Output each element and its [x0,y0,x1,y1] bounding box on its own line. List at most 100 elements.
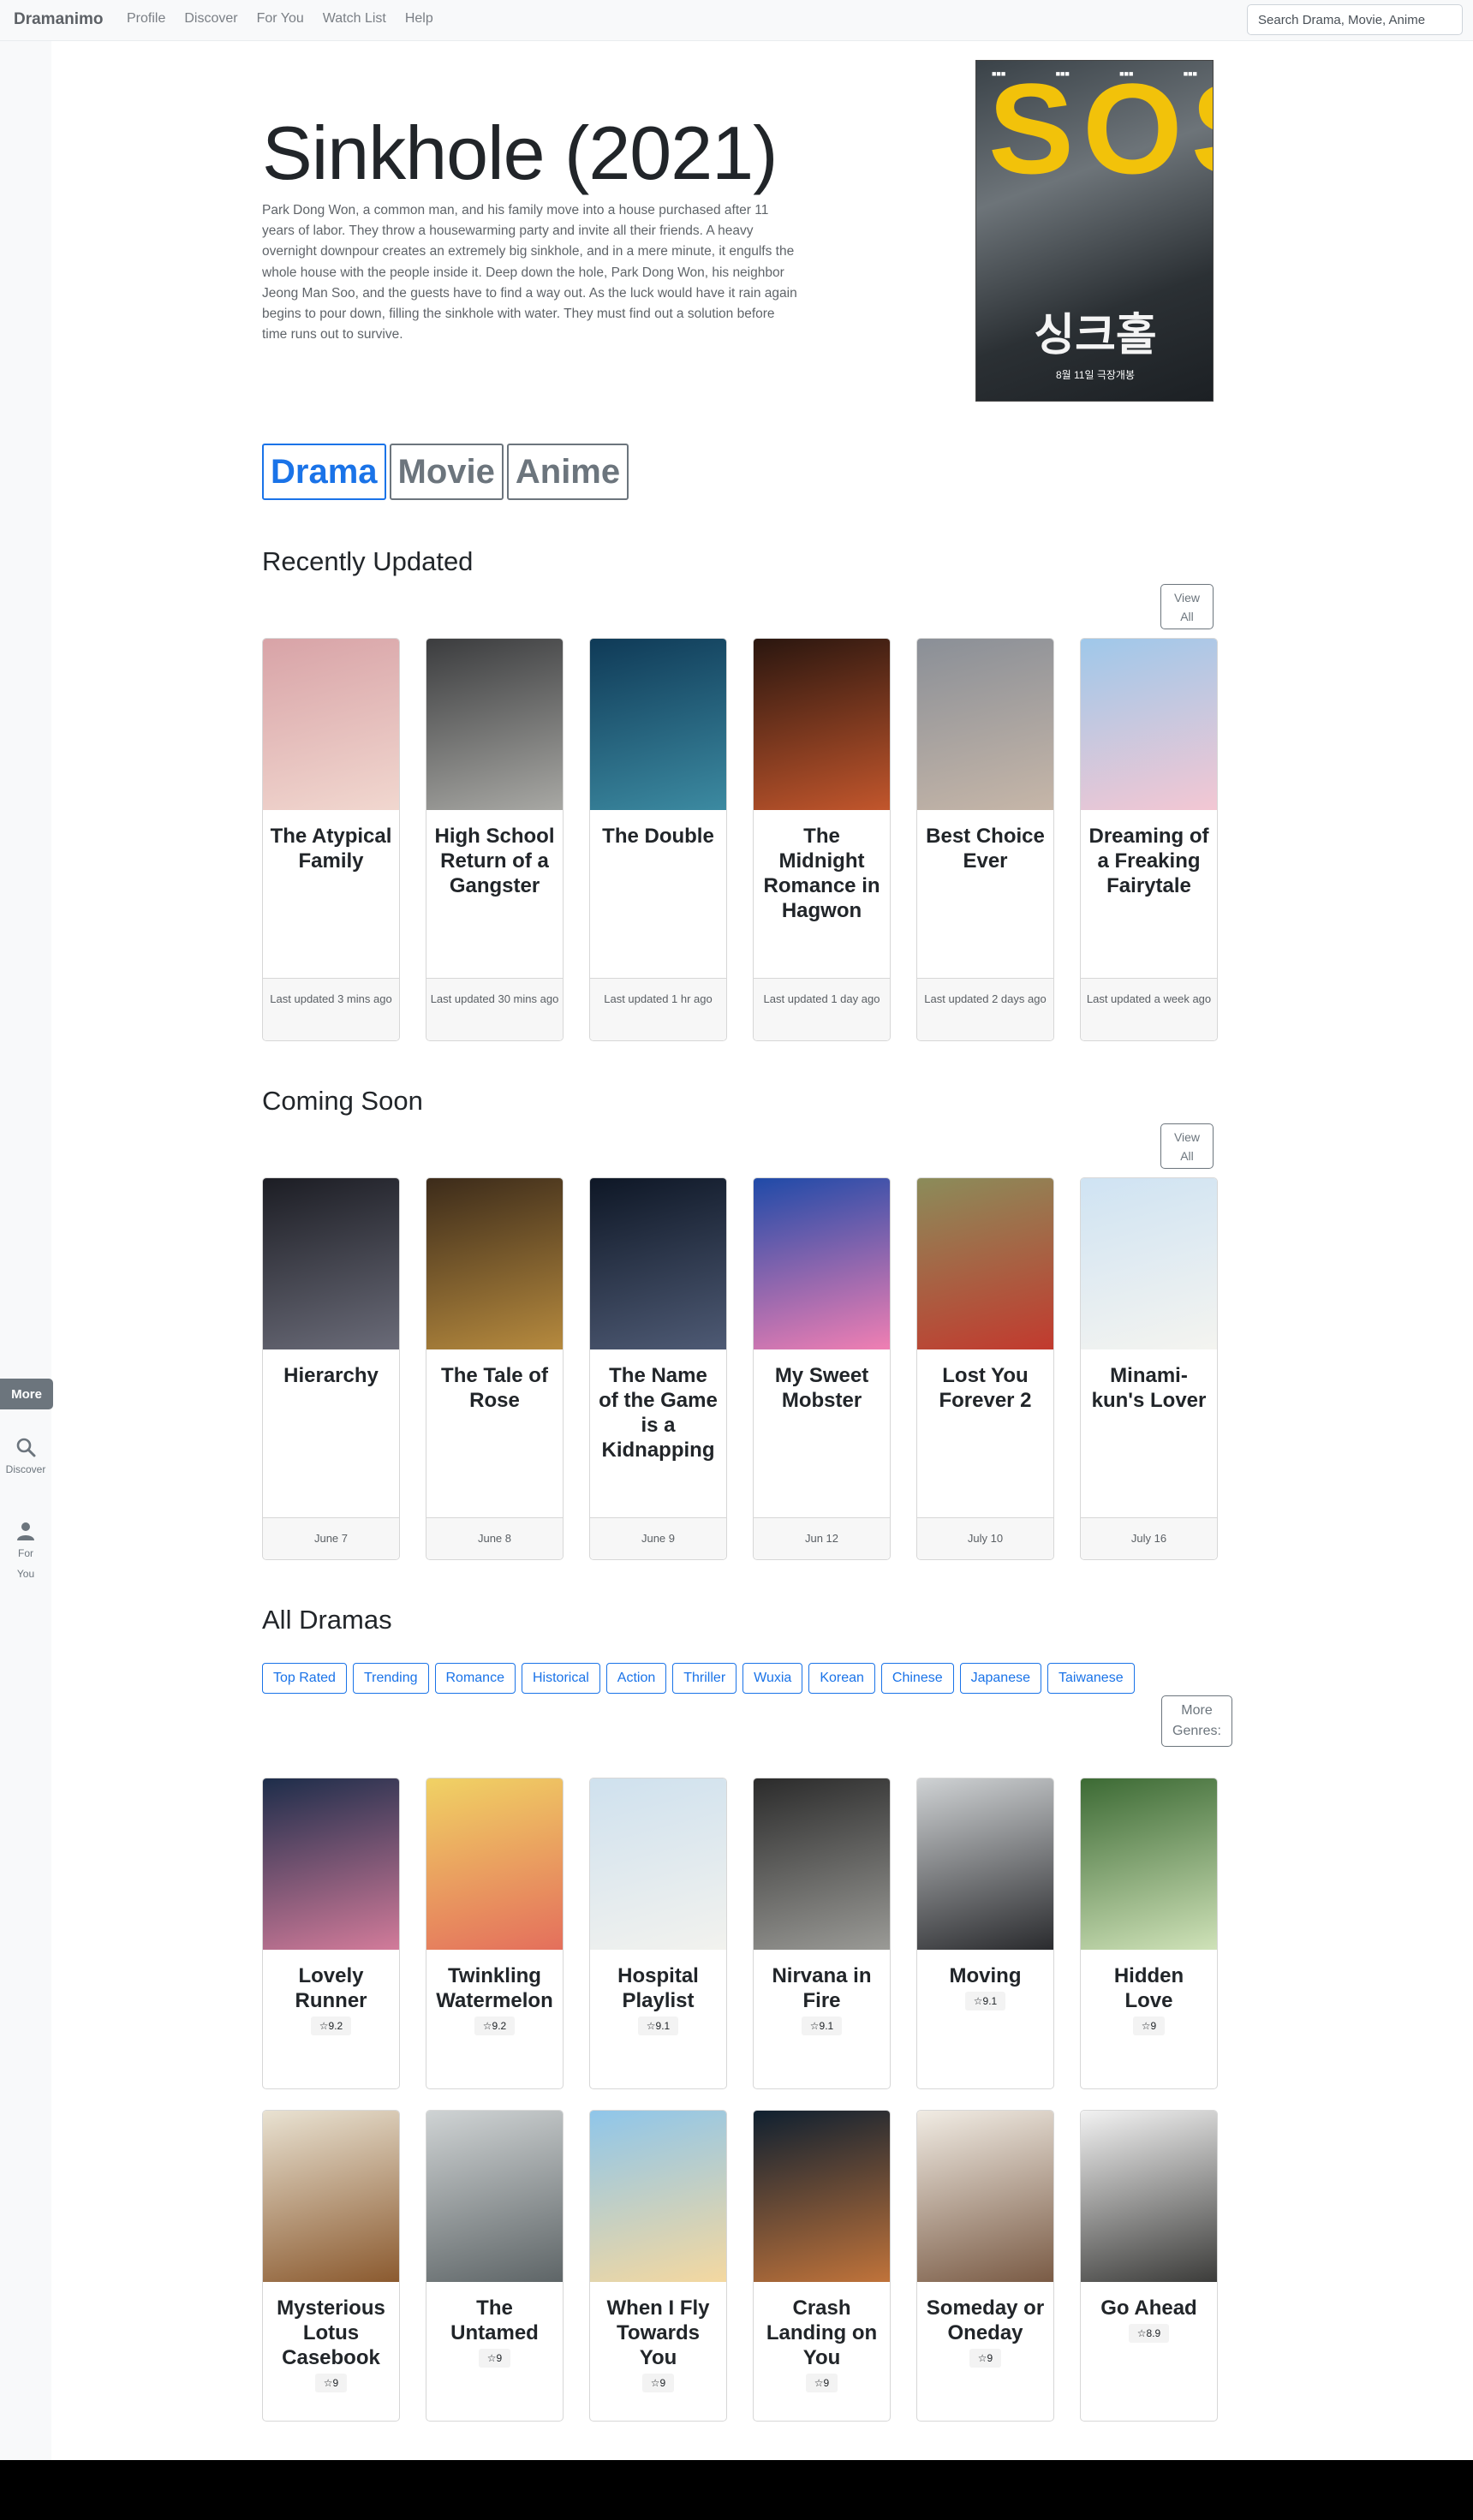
rating-badge: ☆9.1 [801,2017,843,2035]
all-dramas-row: Mysterious Lotus Casebook ☆9 The Untamed… [262,2110,1218,2422]
poster-image [754,639,890,810]
footer [0,2460,1473,2520]
rating-badge: ☆9 [478,2349,511,2368]
drama-card[interactable]: The Double Last updated 1 hr ago [589,638,727,1041]
rating-badge: ☆9 [969,2349,1002,2368]
drama-card[interactable]: Minami-kun's Lover July 16 [1080,1177,1218,1560]
poster-image [754,1178,890,1349]
poster-image [426,2111,563,2282]
genre-korean[interactable]: Korean [808,1663,875,1694]
view-all-button[interactable]: View All [1160,1123,1214,1169]
hero-poster[interactable]: ■■■■■■■■■■■■ SOS 싱크홀 8월 11일 극장개봉 [975,60,1214,402]
genre-historical[interactable]: Historical [521,1663,600,1694]
more-button[interactable]: More [0,1379,53,1409]
more-genres-label: More [1181,1703,1213,1718]
nav-link-profile[interactable]: Profile [127,11,165,27]
sidebar [0,41,51,2460]
sidebar-item-label: For [18,1547,33,1559]
card-title: The Tale of Rose [441,1364,548,1412]
genre-action[interactable]: Action [605,1663,667,1694]
card-title: The Name of the Game is a Kidnapping [599,1364,718,1462]
tab-anime[interactable]: Anime [506,444,629,500]
drama-card[interactable]: Crash Landing on You ☆9 [753,2110,891,2422]
drama-card[interactable]: Best Choice Ever Last updated 2 days ago [916,638,1054,1041]
card-footer: Last updated 30 mins ago [426,978,563,1040]
drama-card[interactable]: Mysterious Lotus Casebook ☆9 [262,2110,400,2422]
hero-title: Sinkhole (2021) [262,110,778,195]
card-footer: June 8 [426,1517,563,1559]
card-title: Mysterious Lotus Casebook [277,2297,385,2369]
poster-image [590,2111,726,2282]
drama-card[interactable]: Moving ☆9.1 [916,1778,1054,2089]
card-title: Best Choice Ever [926,825,1045,873]
card-footer: July 16 [1081,1517,1217,1559]
drama-card[interactable]: The Name of the Game is a Kidnapping Jun… [589,1177,727,1560]
view-all-label: All [1180,1148,1194,1163]
drama-card[interactable]: Lovely Runner ☆9.2 [262,1778,400,2089]
drama-card[interactable]: The Untamed ☆9 [426,2110,564,2422]
card-title: Moving [949,1964,1022,1987]
drama-card[interactable]: Go Ahead ☆8.9 [1080,2110,1218,2422]
person-icon [17,1522,34,1540]
tab-movie[interactable]: Movie [389,444,504,500]
rating-badge: ☆9 [641,2374,675,2392]
view-all-label: View [1173,590,1201,605]
drama-card[interactable]: Hospital Playlist ☆9.1 [589,1778,727,2089]
drama-card[interactable]: The Tale of Rose June 8 [426,1177,564,1560]
drama-card[interactable]: High School Return of a Gangster Last up… [426,638,564,1041]
nav-link-discover[interactable]: Discover [184,11,237,27]
nav-link-help[interactable]: Help [405,11,433,27]
poster-image [263,2111,399,2282]
card-footer: June 9 [590,1517,726,1559]
brand-logo[interactable]: Dramanimo [14,10,104,29]
sidebar-item-for-you[interactable]: For You [0,1521,51,1584]
drama-card[interactable]: Hierarchy June 7 [262,1177,400,1560]
more-genres-button[interactable]: More Genres: [1161,1695,1232,1747]
drama-card[interactable]: Lost You Forever 2 July 10 [916,1177,1054,1560]
drama-card[interactable]: Twinkling Watermelon ☆9.2 [426,1778,564,2089]
card-footer: Last updated 1 day ago [754,978,890,1040]
drama-card[interactable]: Hidden Love ☆9 [1080,1778,1218,2089]
genre-chinese[interactable]: Chinese [880,1663,954,1694]
nav-links: Profile Discover For You Watch List Help [127,11,433,27]
drama-card[interactable]: The Midnight Romance in Hagwon Last upda… [753,638,891,1041]
poster-release-date: 8월 11일 극장개봉 [1055,369,1136,381]
nav-link-for-you[interactable]: For You [257,11,304,27]
card-title: Lost You Forever 2 [939,1364,1032,1412]
genre-wuxia[interactable]: Wuxia [742,1663,803,1694]
card-title: Nirvana in Fire [772,1964,872,2012]
genre-trending[interactable]: Trending [352,1663,429,1694]
drama-card[interactable]: Someday or Oneday ☆9 [916,2110,1054,2422]
sidebar-item-label: Discover [5,1463,46,1475]
drama-card[interactable]: Nirvana in Fire ☆9.1 [753,1778,891,2089]
sidebar-item-discover[interactable]: Discover [0,1437,51,1480]
poster-image [263,1778,399,1950]
poster-title-art: SOS [988,60,1213,200]
card-title: The Atypical Family [270,825,392,873]
card-title: Hidden Love [1113,1964,1184,2012]
all-dramas-row: Lovely Runner ☆9.2 Twinkling Watermelon … [262,1778,1218,2089]
genre-romance[interactable]: Romance [434,1663,516,1694]
card-footer: Last updated 2 days ago [917,978,1053,1040]
drama-card[interactable]: The Atypical Family Last updated 3 mins … [262,638,400,1041]
search-input[interactable] [1247,4,1463,35]
card-title: The Untamed [450,2297,539,2344]
navbar: Dramanimo Profile Discover For You Watch… [0,0,1473,41]
drama-card[interactable]: My Sweet Mobster Jun 12 [753,1177,891,1560]
drama-card[interactable]: When I Fly Towards You ☆9 [589,2110,727,2422]
genre-taiwanese[interactable]: Taiwanese [1047,1663,1135,1694]
genre-japanese[interactable]: Japanese [959,1663,1041,1694]
tab-drama[interactable]: Drama [262,444,386,500]
poster-image [917,1178,1053,1349]
poster-image [426,1778,563,1950]
card-title: Crash Landing on You [766,2297,878,2369]
poster-image [263,639,399,810]
rating-badge: ☆9 [314,2374,348,2392]
nav-link-watch-list[interactable]: Watch List [323,11,386,27]
drama-card[interactable]: Dreaming of a Freaking Fairytale Last up… [1080,638,1218,1041]
section-title-coming-soon: Coming Soon [262,1086,423,1116]
genre-thriller[interactable]: Thriller [672,1663,737,1694]
genre-top-rated[interactable]: Top Rated [262,1663,347,1694]
poster-korean-title: 싱크홀 [1034,311,1157,360]
view-all-button[interactable]: View All [1160,584,1214,629]
